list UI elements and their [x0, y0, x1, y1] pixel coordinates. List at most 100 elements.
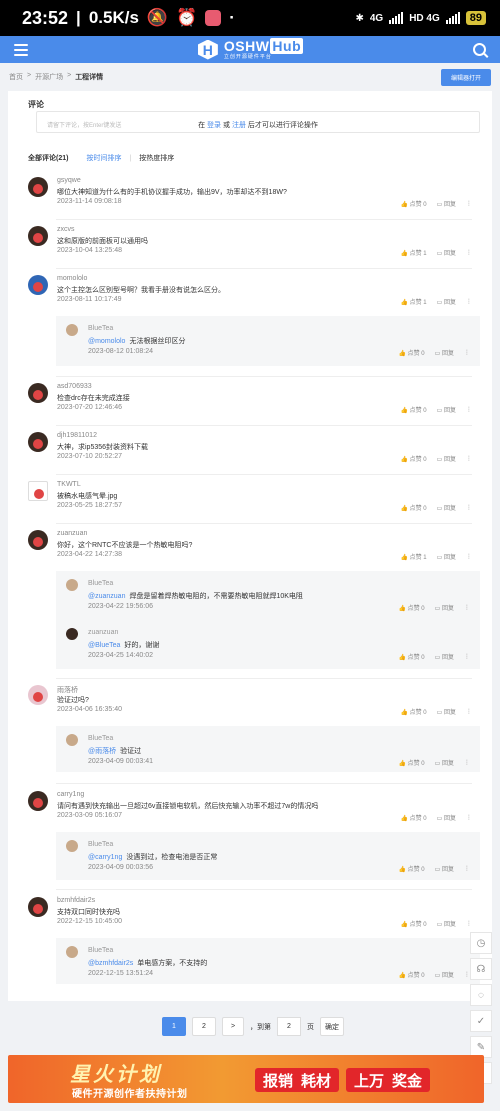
reply-button[interactable]: ▭ 回复 — [437, 813, 456, 822]
avatar[interactable] — [28, 383, 48, 403]
reply-mention[interactable]: @雨落桥 — [88, 748, 116, 755]
avatar[interactable] — [28, 432, 48, 452]
like-button[interactable]: 👍 点赞 0 — [398, 864, 424, 873]
like-button[interactable]: 👍 点赞 0 — [400, 919, 426, 928]
reply-author[interactable]: BlueTea — [88, 325, 113, 332]
more-icon[interactable]: ⋮ — [464, 349, 470, 356]
reply-button[interactable]: ▭ 回复 — [435, 758, 454, 767]
sort-by-hot[interactable]: 按热度排序 — [139, 153, 174, 163]
register-link[interactable]: 注册 — [232, 122, 246, 129]
page-1-button[interactable]: 1 — [162, 1017, 186, 1036]
confirm-button[interactable]: 确定 — [320, 1017, 344, 1036]
comment-input[interactable]: 请留下评论，按Enter键发送 在 登录 或 注册 后才可以进行评论操作 — [36, 111, 480, 133]
comment-author[interactable]: momololo — [57, 275, 87, 282]
avatar[interactable] — [66, 579, 78, 591]
reply-author[interactable]: BlueTea — [88, 580, 113, 587]
avatar[interactable] — [66, 734, 78, 746]
menu-icon[interactable] — [14, 43, 28, 56]
reply-button[interactable]: ▭ 回复 — [435, 603, 454, 612]
comment-author[interactable]: bzmhfdair2s — [57, 897, 95, 904]
like-button[interactable]: 👍 点赞 0 — [400, 503, 426, 512]
login-link[interactable]: 登录 — [207, 122, 221, 129]
history-icon[interactable]: ◷ — [470, 932, 492, 954]
promo-banner[interactable]: 星火计划 硬件开源创作者扶持计划 报销 耗材 上万 奖金 — [8, 1055, 484, 1103]
more-icon[interactable]: ⋮ — [464, 604, 470, 611]
reply-author[interactable]: BlueTea — [88, 841, 113, 848]
like-button[interactable]: 👍 点赞 0 — [398, 758, 424, 767]
like-button[interactable]: 👍 点赞 1 — [400, 552, 426, 561]
avatar[interactable] — [28, 685, 48, 705]
reply-author[interactable]: BlueTea — [88, 947, 113, 954]
reply-button[interactable]: ▭ 回复 — [435, 652, 454, 661]
more-icon[interactable]: ⋮ — [466, 249, 472, 256]
like-button[interactable]: 👍 点赞 1 — [400, 248, 426, 257]
page-2-button[interactable]: 2 — [192, 1017, 216, 1036]
open-editor-button[interactable]: 编辑器打开 — [440, 68, 491, 86]
reply-button[interactable]: ▭ 回复 — [437, 503, 456, 512]
reply-button[interactable]: ▭ 回复 — [437, 454, 456, 463]
reply-button[interactable]: ▭ 回复 — [437, 707, 456, 716]
reply-button[interactable]: ▭ 回复 — [437, 552, 456, 561]
avatar[interactable] — [28, 177, 48, 197]
reply-button[interactable]: ▭ 回复 — [437, 297, 456, 306]
avatar[interactable] — [28, 791, 48, 811]
like-button[interactable]: 👍 点赞 0 — [400, 454, 426, 463]
reply-button[interactable]: ▭ 回复 — [437, 199, 456, 208]
avatar[interactable] — [66, 628, 78, 640]
comment-author[interactable]: 雨落桥 — [57, 685, 78, 695]
more-icon[interactable]: ⋮ — [464, 653, 470, 660]
reply-mention[interactable]: @BlueTea — [88, 642, 120, 649]
comment-author[interactable]: zuanzuan — [57, 530, 87, 537]
avatar[interactable] — [28, 275, 48, 295]
more-icon[interactable]: ⋮ — [466, 553, 472, 560]
reply-mention[interactable]: @momololo — [88, 338, 125, 345]
reply-author[interactable]: zuanzuan — [88, 629, 118, 636]
like-button[interactable]: 👍 点赞 0 — [400, 199, 426, 208]
comment-author[interactable]: carry1ng — [57, 791, 84, 798]
avatar[interactable] — [66, 946, 78, 958]
more-icon[interactable]: ⋮ — [466, 504, 472, 511]
more-icon[interactable]: ⋮ — [466, 708, 472, 715]
reply-mention[interactable]: @bzmhfdair2s — [88, 960, 133, 967]
like-button[interactable]: 👍 点赞 1 — [400, 297, 426, 306]
next-page-button[interactable]: > — [222, 1017, 244, 1036]
breadcrumb-home[interactable]: 首页 — [9, 72, 23, 82]
breadcrumb-square[interactable]: 开源广场 — [35, 72, 63, 82]
like-button[interactable]: 👍 点赞 0 — [400, 707, 426, 716]
reply-button[interactable]: ▭ 回复 — [435, 348, 454, 357]
more-icon[interactable]: ⋮ — [466, 200, 472, 207]
avatar[interactable] — [28, 226, 48, 246]
more-icon[interactable]: ⋮ — [466, 455, 472, 462]
like-button[interactable]: 👍 点赞 0 — [398, 603, 424, 612]
reply-button[interactable]: ▭ 回复 — [435, 864, 454, 873]
reply-button[interactable]: ▭ 回复 — [437, 248, 456, 257]
sort-by-time[interactable]: 按时间排序 — [86, 153, 121, 163]
like-button[interactable]: 👍 点赞 0 — [398, 348, 424, 357]
comment-author[interactable]: djh19811012 — [57, 432, 97, 439]
chat-icon[interactable]: ◌ — [470, 984, 492, 1006]
avatar[interactable] — [66, 840, 78, 852]
check-circle-icon[interactable]: ✓ — [470, 1010, 492, 1032]
avatar[interactable] — [28, 897, 48, 917]
reply-mention[interactable]: @zuanzuan — [88, 593, 125, 600]
avatar[interactable] — [66, 324, 78, 336]
more-icon[interactable]: ⋮ — [466, 298, 472, 305]
reply-button[interactable]: ▭ 回复 — [437, 919, 456, 928]
comment-author[interactable]: TKWTL — [57, 481, 81, 488]
more-icon[interactable]: ⋮ — [466, 920, 472, 927]
reply-button[interactable]: ▭ 回复 — [435, 970, 454, 979]
like-button[interactable]: 👍 点赞 0 — [400, 405, 426, 414]
reply-mention[interactable]: @carry1ng — [88, 854, 122, 861]
comment-author[interactable]: gsyqwe — [57, 177, 81, 184]
search-icon[interactable] — [473, 43, 486, 56]
reply-author[interactable]: BlueTea — [88, 735, 113, 742]
goto-page-input[interactable]: 2 — [277, 1017, 301, 1036]
like-button[interactable]: 👍 点赞 0 — [400, 813, 426, 822]
comment-author[interactable]: asd706933 — [57, 383, 92, 390]
reply-button[interactable]: ▭ 回复 — [437, 405, 456, 414]
like-button[interactable]: 👍 点赞 0 — [398, 970, 424, 979]
more-icon[interactable]: ⋮ — [464, 865, 470, 872]
like-button[interactable]: 👍 点赞 0 — [398, 652, 424, 661]
avatar[interactable] — [28, 481, 48, 501]
comment-author[interactable]: zxcvs — [57, 226, 75, 233]
